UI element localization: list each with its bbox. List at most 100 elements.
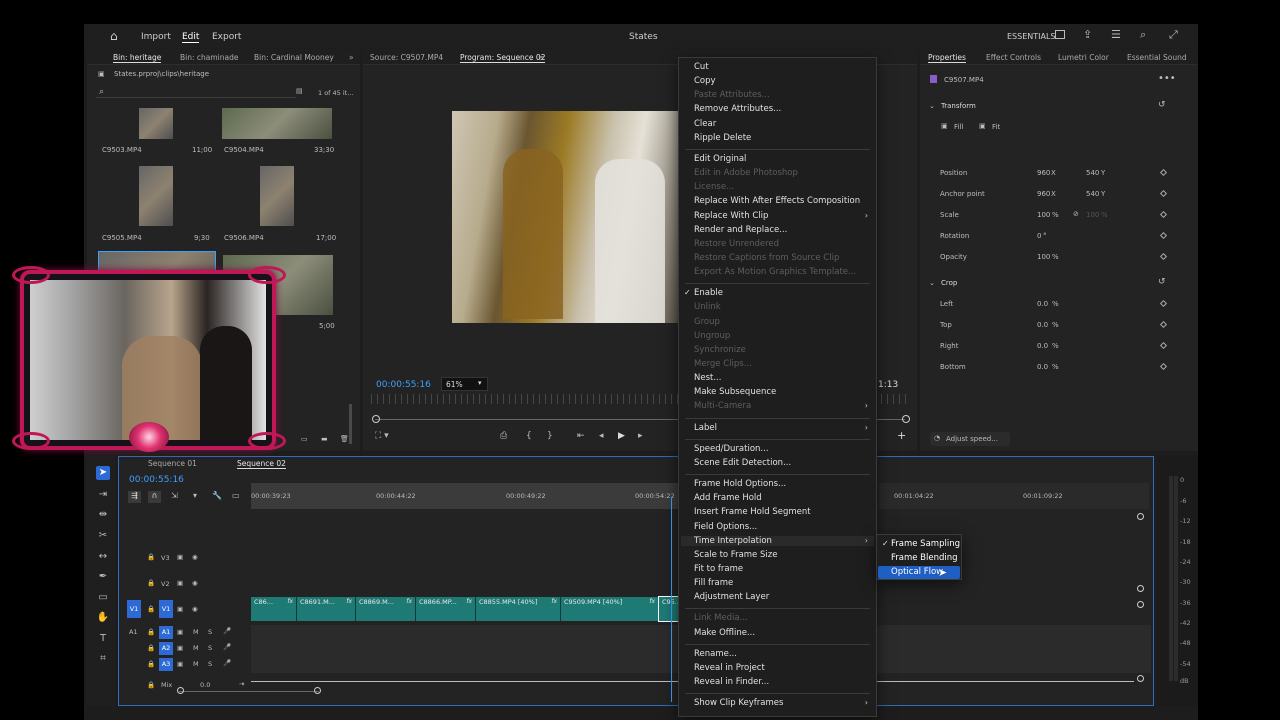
export-frame-icon[interactable]: ⎙ [500,431,507,441]
eye-icon[interactable]: ◉ [192,553,198,561]
zoom-scrollbar[interactable] [179,691,319,692]
wrench-icon[interactable]: 🔧 [212,491,222,500]
tab-bin-chaminade[interactable]: Bin: chaminade [180,53,238,62]
menu-item[interactable]: Clear [694,119,716,129]
play-icon[interactable]: ▶ [618,431,625,441]
nav-edit[interactable]: Edit [182,32,200,43]
eye-icon[interactable]: ◉ [192,579,198,587]
trash-icon[interactable]: 🗑 [340,435,349,443]
menu-item[interactable]: Edit Original [694,154,746,164]
menu-item[interactable]: Make Subsequence [694,387,776,397]
keyframe-icon[interactable] [1159,362,1168,371]
rectangle-tool-icon[interactable]: ▭ [96,591,110,605]
submenu-item[interactable]: Optical Flow [878,566,960,579]
timeline-clip[interactable]: C8691.M... fx [297,597,356,621]
scrub-end-handle[interactable] [902,415,910,423]
track-header-a1[interactable]: A1 🔒 A1 ▣ M S 🎤 [120,626,250,640]
scrub-start-handle[interactable] [372,415,380,423]
menu-item[interactable]: Frame Hold Options... [694,479,786,489]
source-patch-a1[interactable]: A1 [129,628,138,636]
crop-right-value[interactable]: 0.0 [1037,342,1048,350]
tab-sequence-01[interactable]: Sequence 01 [148,459,197,468]
menu-item[interactable]: Scale to Frame Size [694,550,777,560]
step-forward-icon[interactable]: ▸ [638,431,643,441]
go-to-in-icon[interactable]: ⇤ [577,431,585,441]
anchor-x-value[interactable]: 960 [1037,190,1050,198]
timeline-clip-selected[interactable]: C95... [658,596,681,622]
keyframe-icon[interactable] [1159,320,1168,329]
timeline-clip[interactable]: C8855.MP4 [40%] fx [476,597,561,621]
nav-export[interactable]: Export [212,32,241,42]
lock-icon[interactable]: 🔒 [147,644,155,652]
link-icon[interactable]: ⊘ [1073,210,1079,218]
tab-bin-heritage[interactable]: Bin: heritage [113,53,162,63]
menu-item[interactable]: Scene Edit Detection... [694,458,791,468]
marker-icon[interactable]: ▾ [193,491,197,500]
mute-button[interactable]: M [193,628,199,636]
tab-bin-cardinal-mooney[interactable]: Bin: Cardinal Mooney [254,53,334,62]
zoom-handle-left[interactable] [177,687,184,694]
lock-icon[interactable]: 🔒 [147,628,155,636]
timeline-scroll-handle[interactable] [1137,601,1144,608]
track-select-tool-icon[interactable]: ⇥ [96,488,110,502]
slip-tool-icon[interactable]: ↔ [96,550,110,564]
sync-lock-icon[interactable]: ▣ [177,579,183,587]
home-icon[interactable]: ⌂ [110,29,118,43]
sync-lock-icon[interactable]: ▣ [177,660,183,668]
tab-menu-icon[interactable]: ≡ [538,53,544,62]
safe-margins-icon[interactable]: ⛶ ▾ [375,431,389,441]
keyframe-icon[interactable] [1159,168,1168,177]
track-header-v2[interactable]: 🔒 V2 ▣ ◉ [120,571,250,595]
chevron-down-icon[interactable]: ⌄ [929,279,935,287]
zoom-dropdown[interactable]: 61% ▾ [441,377,488,391]
tab-properties[interactable]: Properties [928,53,966,63]
bin-search-input[interactable] [96,85,296,98]
sync-lock-icon[interactable]: ▣ [177,644,183,652]
source-patch-v1[interactable]: V1 [127,600,141,618]
keyframe-icon[interactable] [1159,299,1168,308]
clip-thumbnail[interactable] [139,108,173,139]
panel-icon[interactable] [1055,30,1065,39]
submenu-item[interactable]: ✓ Frame Sampling [878,538,960,551]
track-header-a2[interactable]: 🔒 A2 ▣ M S 🎤 [120,642,250,656]
track-header-a3[interactable]: 🔒 A3 ▣ M S 🎤 [120,658,250,672]
more-tabs-icon[interactable]: » [349,53,354,62]
search-icon[interactable]: ⌕ [1140,28,1146,42]
keyframe-icon[interactable] [1159,189,1168,198]
more-options-icon[interactable]: ••• [1158,73,1176,84]
menu-item[interactable]: Time Interpolation [681,535,874,546]
clip-thumbnail[interactable] [260,166,294,226]
tab-lumetri-color[interactable]: Lumetri Color [1058,53,1109,62]
reset-icon[interactable]: ↺ [1158,277,1166,287]
fill-button[interactable]: Fill [954,123,963,131]
sync-lock-icon[interactable]: ▣ [177,553,183,561]
pen-tool-icon[interactable]: ✒ [96,570,110,584]
lock-icon[interactable]: 🔒 [147,553,155,561]
timeline-clip[interactable]: C86... fx [251,597,297,621]
rotation-value[interactable]: 0 [1037,232,1041,240]
timeline-scroll-handle[interactable] [1137,675,1144,682]
track-header-v3[interactable]: 🔒 V3 ▣ ◉ [120,545,250,569]
opacity-value[interactable]: 100 [1037,253,1050,261]
timeline-clip[interactable]: C8866.MP... fx [416,597,476,621]
menu-item[interactable]: Rename... [694,649,737,659]
submenu-item[interactable]: Frame Blending [878,552,960,565]
timeline-scroll-handle[interactable] [1137,513,1144,520]
fit-icon[interactable]: ▣ [979,122,986,130]
keyframe-icon[interactable] [1159,231,1168,240]
menu-item[interactable]: Speed/Duration... [694,444,769,454]
add-button-icon[interactable]: + [897,429,906,442]
crop-bottom-value[interactable]: 0.0 [1037,363,1048,371]
clip-thumbnail[interactable] [222,108,332,139]
timeline-scroll-handle[interactable] [1137,585,1144,592]
menu-item[interactable]: Fill frame [694,578,733,588]
ripple-edit-tool-icon[interactable]: ⇹ [96,508,110,522]
sync-lock-icon[interactable]: ▣ [177,605,183,613]
step-back-icon[interactable]: ◂ [599,431,604,441]
timeline-clip[interactable]: C9509.MP4 [40%] fx [561,597,659,621]
mark-out-icon[interactable]: } [547,431,553,441]
snap-icon[interactable]: ⇶ [128,491,141,503]
microphone-icon[interactable]: 🎤 [223,643,231,651]
menu-item[interactable]: Add Frame Hold [694,493,762,503]
keyframe-icon[interactable] [1159,341,1168,350]
